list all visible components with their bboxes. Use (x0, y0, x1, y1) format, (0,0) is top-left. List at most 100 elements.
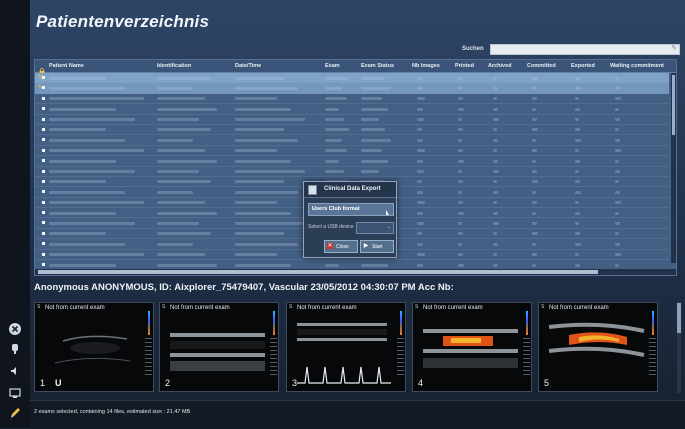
image-thumbnail[interactable]: S Not from current exam 5 (538, 302, 658, 392)
probe-icon[interactable] (6, 342, 24, 360)
row-checkbox[interactable] (42, 252, 45, 256)
anonymized-cell (615, 149, 621, 153)
table-vertical-scrollbar[interactable] (671, 73, 676, 263)
anonymized-cell (49, 159, 116, 163)
col-printed[interactable]: Printed (455, 63, 474, 69)
anonymized-cell (615, 180, 619, 184)
table-row[interactable] (35, 125, 669, 136)
col-nb-images[interactable]: Nb Images (412, 63, 440, 69)
col-identification[interactable]: Identification (157, 63, 191, 69)
mouse-cursor (386, 210, 389, 215)
row-checkbox[interactable] (42, 231, 45, 235)
row-checkbox[interactable] (42, 169, 45, 173)
anonymized-cell (493, 107, 498, 111)
anonymized-cell (575, 118, 579, 122)
table-row[interactable] (35, 156, 669, 167)
scroll-thumb[interactable] (677, 303, 681, 333)
anonymized-cell (575, 159, 581, 163)
col-exported[interactable]: Exported (571, 63, 595, 69)
row-checkbox[interactable] (42, 117, 45, 121)
export-format-select[interactable]: Users Club format ⌄ (308, 203, 394, 216)
color-scale (652, 311, 654, 335)
anonymized-cell (235, 263, 291, 267)
anonymized-cell (575, 232, 580, 236)
col-datetime[interactable]: Date/Time (235, 63, 261, 69)
table-horizontal-scrollbar[interactable] (35, 269, 676, 275)
anonymized-cell (575, 180, 580, 184)
row-checkbox[interactable] (42, 190, 45, 194)
table-row[interactable] (35, 94, 669, 105)
anonymized-cell (361, 170, 379, 174)
anonymized-cell (493, 159, 498, 163)
table-row[interactable] (35, 146, 669, 157)
anonymized-cell (532, 138, 537, 142)
row-checkbox[interactable] (42, 200, 45, 204)
anonymized-cell (458, 180, 464, 184)
table-row[interactable] (35, 115, 669, 125)
row-checkbox[interactable] (42, 211, 45, 215)
scroll-thumb[interactable] (38, 270, 598, 274)
close-circle-icon[interactable] (6, 322, 24, 340)
search-label: Suchen (462, 46, 484, 52)
search-input[interactable]: ✎ (490, 44, 680, 55)
row-checkbox[interactable] (42, 159, 45, 163)
anonymized-cell (417, 263, 423, 267)
anonymized-cell (532, 263, 536, 267)
anonymized-cell (417, 97, 425, 101)
anonymized-cell (361, 128, 385, 132)
col-waiting-commitment[interactable]: Waiting commitment (610, 63, 664, 69)
clear-search-icon[interactable]: ✎ (671, 44, 677, 52)
anonymized-cell (532, 97, 538, 101)
col-archived[interactable]: Archived (488, 63, 512, 69)
anonymized-cell (235, 159, 291, 163)
brush-icon[interactable] (6, 406, 24, 424)
row-checkbox[interactable] (42, 86, 45, 90)
anonymized-cell (615, 97, 621, 101)
col-exam-status[interactable]: Exam Status (361, 63, 394, 69)
col-patient-name[interactable]: Patient Name (49, 63, 84, 69)
row-checkbox[interactable] (42, 107, 45, 111)
monitor-icon[interactable] (6, 386, 24, 404)
table-row[interactable] (35, 167, 669, 177)
row-checkbox[interactable] (42, 138, 45, 142)
anonymized-cell (458, 159, 464, 163)
anonymized-cell (532, 159, 536, 163)
image-thumbnail[interactable]: S Not from current exam 2 (159, 302, 279, 392)
anonymized-cell (325, 107, 340, 111)
row-checkbox[interactable] (42, 263, 45, 267)
anonymized-cell (493, 253, 497, 257)
anonymized-cell (157, 190, 193, 194)
start-button-label: Start (372, 244, 383, 250)
close-button-label: Close (336, 244, 349, 250)
col-exam[interactable]: Exam (325, 63, 340, 69)
row-checkbox[interactable] (42, 148, 45, 152)
scroll-thumb[interactable] (672, 75, 675, 135)
thumbnail-scrollbar[interactable] (677, 301, 681, 393)
image-thumbnail[interactable]: S Not from current exam 1 U (34, 302, 154, 392)
image-thumbnail[interactable]: S Not from current exam 3 (286, 302, 406, 392)
row-checkbox[interactable] (42, 179, 45, 183)
anonymized-cell (493, 86, 499, 90)
anonymized-cell (49, 170, 135, 174)
play-icon: ▶ (363, 243, 369, 249)
row-checkbox[interactable] (42, 221, 45, 225)
table-row[interactable]: ✎ (35, 73, 669, 84)
row-checkbox[interactable] (42, 76, 45, 79)
close-icon: ✕ (327, 243, 333, 249)
anonymized-cell (493, 138, 499, 142)
usb-device-select[interactable]: ⌄ (356, 222, 394, 234)
col-committed[interactable]: Committed (527, 63, 556, 69)
table-row[interactable] (35, 135, 669, 146)
table-row[interactable] (35, 104, 669, 115)
close-button[interactable]: ✕ Close (324, 240, 358, 253)
start-button[interactable]: ▶ Start (360, 240, 394, 253)
row-checkbox[interactable] (42, 96, 45, 100)
anonymized-cell (575, 170, 579, 174)
table-row[interactable]: ✎ (35, 83, 669, 94)
row-checkbox[interactable] (42, 127, 45, 131)
image-thumbnail[interactable]: S Not from current exam 4 (412, 302, 532, 392)
volume-icon[interactable] (6, 364, 24, 382)
row-checkbox[interactable] (42, 242, 45, 246)
anonymized-cell (458, 221, 463, 225)
thumbnail-number: 1 (40, 378, 46, 388)
